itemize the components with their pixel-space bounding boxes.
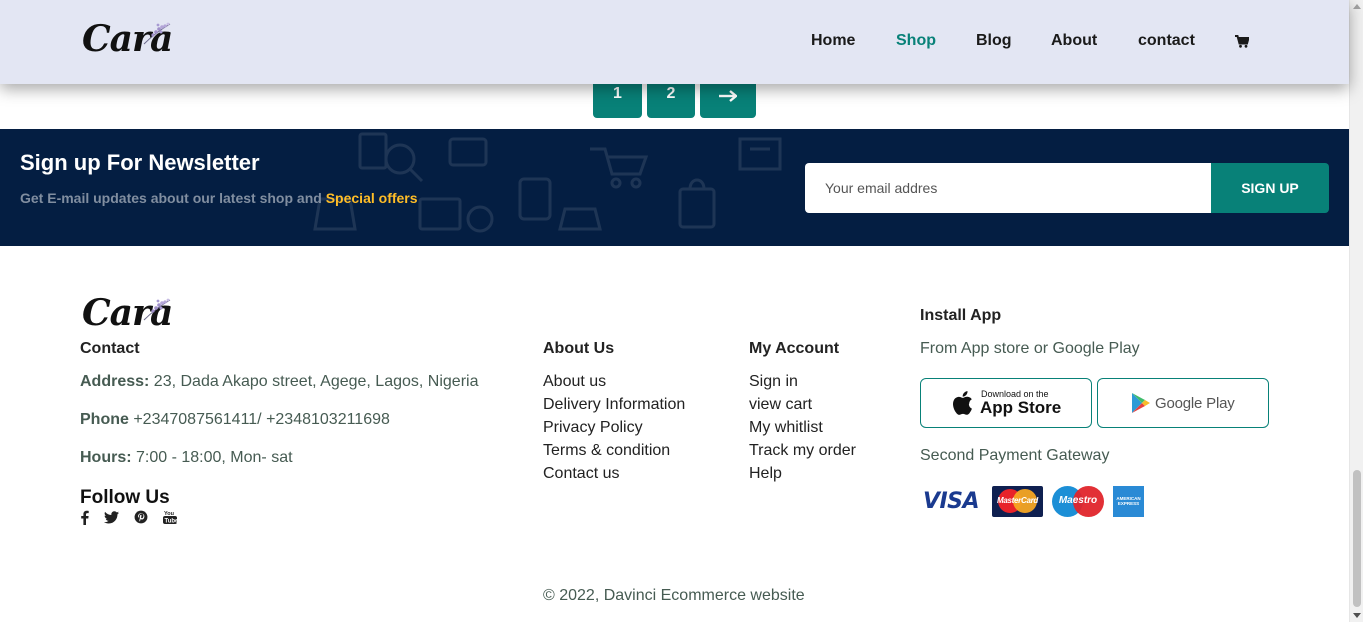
scroll-up-arrow-icon[interactable] [1353,4,1361,9]
footer-link-terms-condition[interactable]: Terms & condition [543,442,670,460]
app-store-big-text: App Store [980,398,1062,417]
footer-logo[interactable]: Cara [82,292,182,336]
footer-link-wishlist[interactable]: My whitlist [749,419,823,437]
newsletter-section: Sign up For Newsletter Get E-mail update… [0,129,1349,246]
google-play-icon [1132,393,1150,413]
footer-link-sign-in[interactable]: Sign in [749,373,798,391]
about-us-heading: About Us [543,340,615,357]
hours-value: 7:00 - 18:00, Mon- sat [131,449,293,466]
footer-link-privacy-policy[interactable]: Privacy Policy [543,419,643,437]
main-nav: Home Shop Blog About contact [0,32,1349,52]
footer-link-about-us[interactable]: About us [543,373,606,391]
footer-link-delivery-information[interactable]: Delivery Information [543,396,685,414]
footer-link-view-cart[interactable]: view cart [749,396,812,414]
install-app-heading: Install App [920,307,1002,324]
email-input[interactable] [805,163,1211,213]
long-arrow-right-icon [719,90,737,102]
install-app-subtitle: From App store or Google Play [920,340,1140,357]
american-express-logo: AMERICAN EXPRESS [1113,486,1144,517]
shopping-pattern-decoration [313,132,782,233]
apple-icon [953,391,972,415]
maestro-logo: Maestro [1052,486,1104,517]
scrollbar-thumb[interactable] [1353,470,1361,607]
newsletter-subtitle: Get E-mail updates about our latest shop… [20,190,418,206]
svg-text:Tube: Tube [165,519,178,525]
follow-us-heading: Follow Us [80,487,170,508]
special-offers-highlight: Special offers [325,190,418,206]
payment-icons: VISA MasterCard Maestro AMERICAN EXPRESS [920,486,1150,517]
newsletter-subtitle-text: Get E-mail updates about our latest shop… [20,190,322,206]
lavender-sprig-icon [143,298,171,321]
amex-text: AMERICAN EXPRESS [1116,496,1141,506]
hours-label: Hours: [80,449,132,466]
phone-label: Phone [80,411,129,428]
address-line: Address: 23, Dada Akapo street, Agege, L… [80,373,478,391]
newsletter-form: SIGN UP [805,163,1329,213]
contact-heading: Contact [80,340,140,357]
address-value: 23, Dada Akapo street, Agege, Lagos, Nig… [149,373,479,390]
maestro-text: Maestro [1058,495,1098,506]
copyright-text: © 2022, Davinci Ecommerce website [543,587,805,604]
nav-shop[interactable]: Shop [896,32,936,50]
app-store-button[interactable]: Download on the App Store [920,378,1092,428]
pinterest-icon[interactable] [134,510,148,524]
scroll-down-arrow-icon[interactable] [1353,613,1361,618]
site-header: Cara Home Shop Blog About contact [0,0,1349,84]
hours-line: Hours: 7:00 - 18:00, Mon- sat [80,449,293,467]
phone-line: Phone +2347087561411/ +2348103211698 [80,411,390,429]
visa-text: VISA [922,489,980,514]
facebook-icon[interactable] [80,510,89,525]
footer-link-help[interactable]: Help [749,465,782,483]
payment-gateway-heading: Second Payment Gateway [920,447,1110,464]
address-label: Address: [80,373,150,390]
youtube-icon[interactable]: You Tube [163,509,177,525]
page-scrollbar[interactable] [1349,0,1363,622]
nav-home[interactable]: Home [811,32,855,50]
mastercard-logo: MasterCard [992,486,1043,517]
twitter-icon[interactable] [104,511,119,524]
phone-value: +2347087561411/ +2348103211698 [128,411,390,428]
footer-link-track-order[interactable]: Track my order [749,442,856,460]
google-play-text: Google Play [1155,395,1235,412]
nav-blog[interactable]: Blog [976,32,1012,50]
shopping-cart-icon[interactable] [1235,35,1249,48]
newsletter-title: Sign up For Newsletter [20,150,260,175]
nav-contact[interactable]: contact [1138,32,1195,50]
my-account-heading: My Account [749,340,840,357]
footer-link-contact-us[interactable]: Contact us [543,465,619,483]
mastercard-text: MasterCard [996,496,1039,505]
sign-up-button[interactable]: SIGN UP [1211,163,1329,213]
google-play-button[interactable]: Google Play [1097,378,1269,428]
visa-logo: VISA [920,486,982,517]
nav-about[interactable]: About [1051,32,1097,50]
